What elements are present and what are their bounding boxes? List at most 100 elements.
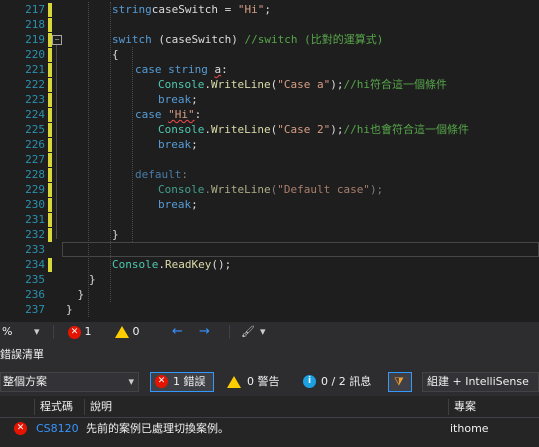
line-number: 234: [25, 258, 45, 271]
code-token: (caseSwitch): [151, 33, 245, 46]
change-marker: [48, 47, 52, 62]
column-header-project[interactable]: 專案: [454, 396, 476, 418]
column-separator[interactable]: [84, 399, 85, 415]
code-line[interactable]: {: [112, 47, 119, 62]
change-marker: [48, 77, 52, 92]
line-number: 237: [25, 303, 45, 316]
filter-toggle-button[interactable]: ⧩: [388, 372, 412, 392]
current-line-highlight: [62, 242, 539, 257]
code-token: .: [158, 258, 165, 271]
line-number: 232: [25, 228, 45, 241]
messages-filter-button[interactable]: i 0 / 2 訊息: [298, 372, 378, 392]
change-marker: [48, 167, 52, 182]
error-project: ithome: [450, 422, 489, 435]
code-token: WriteLine: [210, 183, 271, 196]
code-token: .: [204, 183, 211, 196]
code-line[interactable]: Console.WriteLine("Case a");//hi符合這一個條件: [158, 77, 447, 92]
nav-forward-icon[interactable]: →: [199, 322, 210, 342]
cleanup-dropdown-icon[interactable]: ▾: [260, 322, 266, 342]
code-token: {: [112, 48, 119, 61]
line-number: 230: [25, 198, 45, 211]
code-token: //hi符合這一個條件: [343, 78, 447, 91]
zoom-level[interactable]: %: [2, 322, 12, 342]
divider: [229, 325, 230, 339]
code-token: "Default case": [277, 183, 370, 196]
change-marker: [48, 137, 52, 152]
code-token: );: [330, 78, 344, 91]
code-token: Console: [158, 183, 205, 196]
code-token: break: [158, 198, 192, 211]
code-line[interactable]: case "Hi":: [135, 107, 201, 122]
errors-filter-button[interactable]: ✕ 1 錯誤: [150, 372, 214, 392]
error-count: 1: [84, 325, 92, 338]
line-number: 220: [25, 48, 45, 61]
code-line[interactable]: Console.WriteLine("Default case");: [158, 182, 383, 197]
code-token: case: [135, 108, 162, 121]
line-number: 217: [25, 3, 45, 16]
table-row[interactable]: ✕ CS8120 先前的案例已處理切換案例。 ithome: [0, 418, 539, 440]
code-line[interactable]: break;: [158, 197, 198, 212]
code-cleanup-icon[interactable]: 🖌: [241, 322, 255, 342]
panel-title: 錯誤清單: [0, 348, 44, 361]
warning-indicator[interactable]: 0: [115, 322, 140, 342]
indent-guide: [88, 2, 89, 317]
code-line[interactable]: break;: [158, 137, 198, 152]
warnings-filter-button[interactable]: 0 警告: [222, 372, 294, 392]
line-number: 219: [25, 33, 45, 46]
code-line[interactable]: default:: [135, 167, 188, 182]
error-indicator[interactable]: ✕ 1: [68, 322, 92, 342]
change-marker: [48, 107, 52, 122]
code-token: "Hi": [237, 3, 265, 16]
line-number: 221: [25, 63, 45, 76]
column-separator[interactable]: [448, 399, 449, 415]
change-marker: [48, 92, 52, 107]
line-number: 235: [25, 273, 45, 286]
column-separator[interactable]: [34, 399, 35, 415]
code-token: default: [135, 168, 182, 181]
code-editor[interactable]: 217 stringcaseSwitch = "Hi"; 218 219− switch…: [0, 0, 539, 322]
code-line[interactable]: break;: [158, 92, 198, 107]
filter-icon: ⧩: [394, 375, 404, 388]
change-marker: [48, 182, 52, 197]
chevron-down-icon: ▾: [128, 375, 134, 388]
code-token: WriteLine: [210, 78, 271, 91]
code-line[interactable]: switch (caseSwitch) //switch (比對的運算式): [112, 32, 383, 47]
line-number: 236: [25, 288, 45, 301]
code-token: ;: [264, 3, 271, 16]
code-token: caseSwitch =: [151, 3, 238, 16]
scope-dropdown[interactable]: 整個方案 ▾: [0, 372, 139, 392]
change-marker: [48, 122, 52, 137]
code-line[interactable]: }: [78, 287, 85, 302]
error-code-link[interactable]: CS8120: [36, 418, 79, 440]
code-token: Console: [112, 258, 159, 271]
column-header-description[interactable]: 說明: [90, 396, 112, 418]
code-line[interactable]: Console.ReadKey();: [112, 257, 231, 272]
code-line[interactable]: }: [112, 227, 119, 242]
code-line[interactable]: }: [66, 302, 73, 317]
code-token: :: [221, 63, 228, 76]
column-header-code[interactable]: 程式碼: [40, 396, 73, 418]
zoom-dropdown-icon[interactable]: ▾: [34, 322, 40, 342]
code-line[interactable]: stringcaseSwitch = "Hi";: [112, 2, 271, 17]
collapse-icon[interactable]: −: [52, 35, 62, 45]
code-token: break: [158, 138, 192, 151]
indent-guide: [132, 47, 133, 242]
warning-count: 0: [132, 325, 140, 338]
change-marker: [48, 2, 52, 17]
code-token: .: [204, 78, 211, 91]
info-icon: i: [303, 375, 316, 388]
code-token: "Case 2": [277, 123, 331, 136]
code-line[interactable]: case string a:: [135, 62, 228, 77]
nav-back-icon[interactable]: ←: [172, 322, 183, 342]
messages-filter-label: 0 / 2 訊息: [321, 375, 372, 388]
code-token: ;: [191, 198, 198, 211]
build-intellisense-dropdown[interactable]: 組建 + IntelliSense: [422, 372, 539, 392]
code-token: "Case a": [277, 78, 331, 91]
build-filter-value: 組建 + IntelliSense: [427, 375, 529, 388]
code-token: ReadKey: [164, 258, 212, 271]
code-line[interactable]: Console.WriteLine("Case 2");//hi也會符合這一個條…: [158, 122, 469, 137]
code-line[interactable]: }: [89, 272, 96, 287]
error-icon: ✕: [155, 375, 168, 388]
code-token: string: [168, 63, 208, 76]
code-token: switch: [112, 33, 152, 46]
